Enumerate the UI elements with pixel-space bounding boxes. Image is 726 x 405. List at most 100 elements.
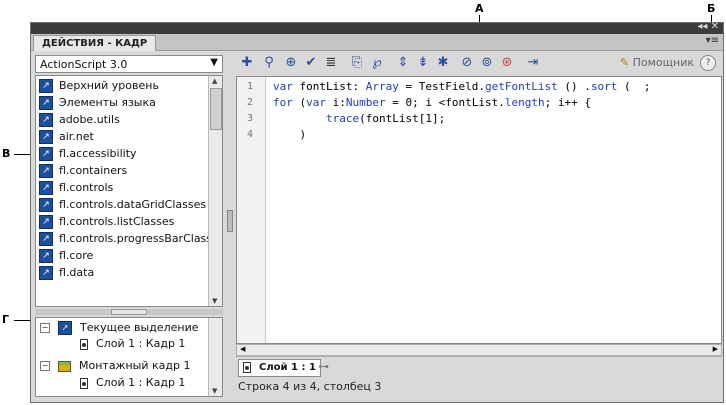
show-hide-toolbox-icon[interactable]: ⇥ <box>524 54 542 72</box>
script-file-icon <box>243 361 251 373</box>
selection-icon: ↗ <box>58 321 72 335</box>
find-icon[interactable]: ⚲ <box>260 54 278 72</box>
code-hint-icon[interactable]: ⎘ <box>348 54 366 72</box>
toolbox-item-label: fl.controls.listClasses <box>59 215 175 228</box>
pin-script-icon[interactable]: ⊶ <box>318 360 329 373</box>
scroll-left-arrow[interactable]: ◀ <box>240 345 245 353</box>
toolbox-item[interactable]: ↗ Элементы языка <box>39 94 156 111</box>
chevron-down-icon: ▼ <box>210 57 218 68</box>
collapse-icon[interactable]: − <box>40 361 50 371</box>
callout-g: Г <box>2 313 10 326</box>
panel-tab-row: ДЕЙСТВИЯ - КАДР ▾≡ <box>31 34 723 51</box>
package-icon: ↗ <box>39 164 53 178</box>
toolbox-item[interactable]: ↗ fl.accessibility <box>39 145 137 162</box>
status-bar: Строка 4 из 4, столбец 3 <box>238 380 382 393</box>
tree-current-layer[interactable]: Слой 1 : Кадр 1 <box>80 336 185 352</box>
panel-menu-icon[interactable]: ▾≡ <box>706 35 719 46</box>
editor-horizontal-scrollbar[interactable]: ◀ ▶ <box>236 344 722 356</box>
toolbox-item[interactable]: ↗ Верхний уровень <box>39 77 159 94</box>
package-icon: ↗ <box>39 266 53 280</box>
toolbox-item-label: fl.containers <box>59 164 128 177</box>
code-line-1: var fontList: Array = TestField.getFontL… <box>273 80 651 93</box>
check-syntax-icon[interactable]: ✔ <box>302 54 320 72</box>
code-line-3: trace(fontList[1]; <box>325 112 446 125</box>
script-tab[interactable]: Слой 1 : 1 <box>238 359 321 377</box>
line-number-gutter: 1 2 3 4 <box>237 77 266 343</box>
actionscript-version-dropdown[interactable]: ActionScript 3.0 ▼ <box>35 55 223 73</box>
toolbox-item[interactable]: ↗ fl.controls.listClasses <box>39 213 174 230</box>
toolbox-item-label: fl.controls <box>59 181 114 194</box>
callout-b: Б <box>707 2 716 15</box>
scroll-up-arrow[interactable]: ▲ <box>212 77 217 85</box>
code-line-4: ) <box>273 128 307 141</box>
tree-current-selection[interactable]: − ↗ Текущее выделение <box>40 320 198 336</box>
actions-toolbox: ↗ Верхний уровень ↗ Элементы языка ↗ adobe.ut… <box>35 75 223 307</box>
collapse-selection-icon[interactable]: ⇟ <box>414 54 432 72</box>
package-icon: ↗ <box>39 232 53 246</box>
line-number: 1 <box>247 81 254 92</box>
toolbox-scrollbar[interactable]: ▲ ▼ <box>208 76 222 306</box>
toolbox-item[interactable]: ↗ fl.data <box>39 264 94 281</box>
toolbox-item-label: fl.controls.progressBarClasses <box>59 232 223 245</box>
script-tabs: Слой 1 : 1 ⊶ <box>236 356 722 377</box>
package-icon: ↗ <box>39 96 53 110</box>
tab-actions-frame[interactable]: ДЕЙСТВИЯ - КАДР <box>33 35 157 51</box>
apply-block-comment-icon[interactable]: ⊘ <box>458 54 476 72</box>
toolbox-splitter[interactable] <box>35 309 223 315</box>
collapse-toolbox-handle[interactable] <box>227 210 233 232</box>
tree-scene-frame[interactable]: − Монтажный кадр 1 <box>40 358 190 374</box>
left-pane: ActionScript 3.0 ▼ ↗ Верхний уровень ↗ Элем… <box>35 55 225 397</box>
navigator-scrollbar[interactable]: ▼ <box>208 318 222 396</box>
target-icon[interactable]: ⊕ <box>282 54 300 72</box>
script-assist-label: Помощник <box>632 56 694 69</box>
toolbox-item-label: fl.core <box>59 249 94 262</box>
collapse-icon[interactable]: − <box>40 323 50 333</box>
wand-icon: ✎ <box>619 56 633 69</box>
toolbox-item-label: fl.controls.dataGridClasses <box>59 198 207 211</box>
package-icon: ↗ <box>39 215 53 229</box>
toolbox-item[interactable]: ↗ air.net <box>39 128 94 145</box>
help-button[interactable]: ? <box>700 55 716 71</box>
toolbox-item-label: adobe.utils <box>59 113 120 126</box>
tree-scene-layer[interactable]: Слой 1 : Кадр 1 <box>80 375 185 391</box>
toolbox-item[interactable]: ↗ fl.controls <box>39 179 113 196</box>
toolbox-item-label: Верхний уровень <box>59 79 159 92</box>
toolbox-item[interactable]: ↗ fl.core <box>39 247 93 264</box>
script-tab-label: Слой 1 : 1 <box>259 362 316 373</box>
collapse-braces-icon[interactable]: ⇕ <box>394 54 412 72</box>
tree-label: Текущее выделение <box>80 321 199 334</box>
splitter-grip[interactable] <box>111 309 147 315</box>
scroll-down-arrow[interactable]: ▼ <box>212 387 217 395</box>
script-file-icon <box>80 338 88 350</box>
package-icon: ↗ <box>39 130 53 144</box>
debug-options-icon[interactable]: ℘ <box>368 54 386 72</box>
toolbox-item-label: Элементы языка <box>59 96 156 109</box>
package-icon: ↗ <box>39 113 53 127</box>
actions-panel: ◂◂ ✕ ДЕЙСТВИЯ - КАДР ▾≡ ActionScript 3.0… <box>30 21 724 403</box>
line-number: 3 <box>247 113 254 124</box>
scene-icon <box>58 360 71 372</box>
package-icon: ↗ <box>39 249 53 263</box>
toolbox-item-label: air.net <box>59 130 94 143</box>
package-icon: ↗ <box>39 79 53 93</box>
panel-controls[interactable]: ◂◂ ✕ <box>697 21 719 32</box>
toolbox-item[interactable]: ↗ fl.controls.progressBarClasses <box>39 230 223 247</box>
script-assist-button[interactable]: ✎ Помощник <box>620 56 694 69</box>
scroll-down-arrow[interactable]: ▼ <box>212 297 217 305</box>
toolbox-item[interactable]: ↗ fl.controls.dataGridClasses <box>39 196 206 213</box>
package-icon: ↗ <box>39 181 53 195</box>
dropdown-value: ActionScript 3.0 <box>40 58 128 71</box>
line-number: 4 <box>247 129 254 140</box>
toolbox-item[interactable]: ↗ fl.containers <box>39 162 127 179</box>
remove-comment-icon[interactable]: ⊛ <box>498 54 516 72</box>
tree-label: Слой 1 : Кадр 1 <box>96 376 186 389</box>
scroll-thumb[interactable] <box>210 88 222 130</box>
toolbox-item[interactable]: ↗ adobe.utils <box>39 111 120 128</box>
add-statement-icon[interactable]: ✚ <box>238 54 256 72</box>
apply-line-comment-icon[interactable]: ⊚ <box>478 54 496 72</box>
callout-v: В <box>2 147 11 160</box>
script-editor[interactable]: 1 2 3 4 var fontList: Array = TestField.… <box>236 76 722 344</box>
expand-all-icon[interactable]: ✱ <box>434 54 452 72</box>
scroll-right-arrow[interactable]: ▶ <box>713 345 718 353</box>
auto-format-icon[interactable]: ≣ <box>322 54 340 72</box>
